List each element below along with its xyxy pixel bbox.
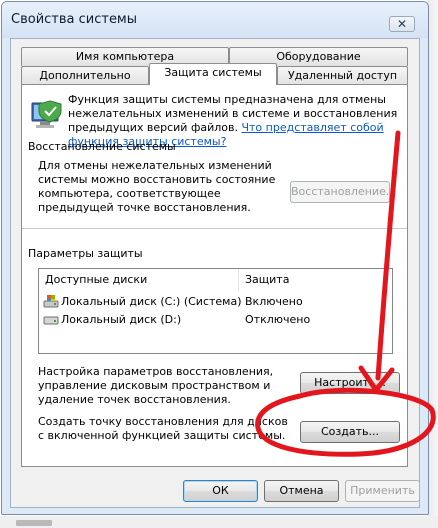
divider [22, 228, 407, 229]
column-header-drives[interactable]: Доступные диски [39, 269, 239, 291]
ok-button[interactable]: ОК [183, 480, 258, 502]
tab-label: Защита системы [164, 66, 262, 79]
tab-remote[interactable]: Удаленный доступ [277, 66, 408, 85]
tab-system-protection[interactable]: Защита системы [149, 63, 277, 85]
close-icon: ✕ [396, 17, 408, 31]
close-button[interactable]: ✕ [389, 16, 415, 32]
drive-name: Локальный диск (C:) (Система) [61, 295, 242, 308]
create-button[interactable]: Создать... [300, 421, 400, 443]
drive-icon [43, 316, 59, 325]
tab-label: Дополнительно [39, 69, 131, 82]
protection-status: Отключено [245, 313, 311, 326]
apply-button[interactable]: Применить [345, 480, 420, 502]
protection-group-title: Параметры защиты [28, 247, 143, 260]
tab-advanced[interactable]: Дополнительно [21, 66, 149, 85]
restore-group-title: Восстановление системы [28, 140, 176, 153]
tab-label: Удаленный доступ [287, 69, 398, 82]
window-title: Свойства системы [11, 12, 138, 27]
computer-shield-icon [31, 100, 62, 128]
protection-status: Включено [245, 295, 303, 308]
drives-table: Доступные диски Защита Локальный диск (C… [38, 268, 393, 354]
taskbar-strip [0, 516, 438, 528]
system-restore-button[interactable]: Восстановление... [290, 181, 396, 203]
system-properties-dialog: Свойства системы ✕ Имя компьютера Оборуд… [1, 1, 429, 515]
configure-button[interactable]: Настроить... [300, 372, 400, 394]
taskbar-item [16, 520, 52, 526]
tab-label: Имя компьютера [75, 50, 175, 63]
restore-description: Для отмены нежелательных изменений систе… [38, 159, 276, 214]
configure-description: Настройка параметров восстановления, упр… [38, 365, 274, 406]
create-description: Создать точку восстановления для дисков … [38, 415, 288, 442]
column-header-protection[interactable]: Защита [239, 269, 392, 291]
title-bar: Свойства системы ✕ [2, 2, 428, 38]
tab-label: Оборудование [276, 50, 361, 63]
system-protection-panel: Функция защиты системы предназначена для… [21, 84, 408, 467]
system-drive-icon [43, 295, 59, 308]
drive-name: Локальный диск (D:) [61, 313, 182, 326]
dialog-client-area: Имя компьютера Оборудование Дополнительн… [10, 38, 420, 508]
cancel-button[interactable]: Отмена [264, 480, 339, 502]
